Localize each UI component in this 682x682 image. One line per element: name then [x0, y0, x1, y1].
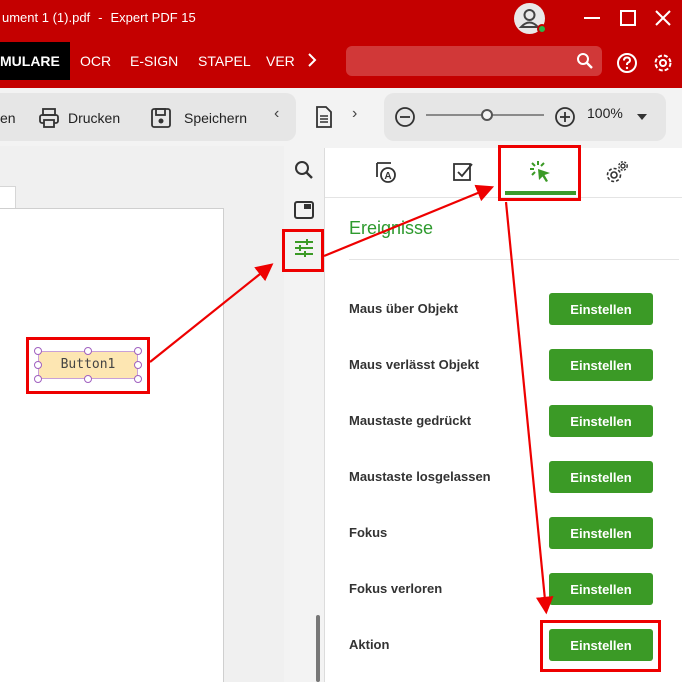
print-label: Drucken	[68, 110, 121, 126]
event-label: Maustaste losgelassen	[349, 469, 491, 484]
cut-off-label: en	[0, 110, 16, 126]
zoom-value[interactable]: 100%	[587, 105, 623, 121]
search-icon	[577, 53, 593, 69]
zoom-dropdown-icon[interactable]	[636, 113, 648, 121]
chevron-right-icon-toolbar[interactable]: ›	[352, 105, 357, 123]
checkbox-icon[interactable]	[451, 160, 475, 184]
title-separator: -	[98, 10, 103, 25]
minimize-button[interactable]	[580, 6, 604, 30]
panel-divider	[349, 259, 679, 260]
highlight-properties-icon	[282, 229, 324, 272]
user-avatar[interactable]	[514, 3, 547, 34]
tab-e-sign[interactable]: E-SIGN	[130, 42, 178, 80]
chevron-right-icon[interactable]	[304, 52, 320, 68]
text-field-icon[interactable]: A	[374, 160, 398, 184]
event-label: Maus über Objekt	[349, 301, 459, 316]
event-label: Fokus verloren	[349, 581, 443, 596]
chevron-left-icon[interactable]: ‹	[274, 105, 279, 123]
print-button[interactable]: Drucken	[38, 107, 120, 129]
document-title: ument 1 (1).pdf	[2, 10, 91, 25]
panel-icon[interactable]	[292, 198, 316, 222]
search-icon-side[interactable]	[292, 158, 316, 182]
app-name: Expert PDF 15	[110, 10, 196, 25]
zoom-in-icon[interactable]	[554, 106, 576, 128]
vertical-scrollbar[interactable]	[316, 615, 320, 682]
pdf-page	[0, 208, 224, 682]
event-label: Maus verlässt Objekt	[349, 357, 480, 372]
event-label: Fokus	[349, 525, 388, 540]
maximize-button[interactable]	[616, 6, 640, 30]
window-title: ument 1 (1).pdf - Expert PDF 15	[2, 10, 196, 25]
highlight-form-field	[26, 337, 150, 394]
zoom-group	[384, 93, 666, 141]
save-label: Speichern	[184, 110, 248, 126]
set-blur-button[interactable]: Einstellen	[549, 573, 653, 605]
tab-ver[interactable]: VER	[266, 42, 295, 80]
set-mouse-exit-button[interactable]: Einstellen	[549, 349, 653, 381]
set-focus-button[interactable]: Einstellen	[549, 517, 653, 549]
help-icon[interactable]	[616, 52, 638, 74]
document-icon[interactable]	[314, 106, 334, 128]
file-tools-group: en Drucken Speichern ‹	[0, 93, 296, 141]
panel-title: Ereignisse	[349, 218, 434, 238]
cut-off-button[interactable]: en	[0, 107, 16, 129]
online-status-dot	[537, 24, 547, 34]
side-toolstrip	[284, 146, 324, 682]
close-button[interactable]	[651, 6, 675, 30]
toolbar: en Drucken Speichern ‹ › 100%	[0, 88, 682, 146]
save-button[interactable]: Speichern	[150, 107, 247, 129]
set-mouse-up-button[interactable]: Einstellen	[549, 461, 653, 493]
highlight-events-tab	[498, 145, 581, 201]
save-icon	[151, 108, 171, 128]
zoom-out-icon[interactable]	[394, 106, 416, 128]
highlight-action-button	[540, 620, 661, 672]
gear-icon[interactable]	[652, 52, 674, 74]
event-label: Aktion	[349, 637, 390, 652]
ribbon-tabs: MULARE OCR E-SIGN STAPEL VER	[0, 36, 682, 88]
settings-gears-icon[interactable]	[605, 160, 629, 184]
set-mouse-down-button[interactable]: Einstellen	[549, 405, 653, 437]
tab-ocr[interactable]: OCR	[80, 42, 111, 80]
title-bar: ument 1 (1).pdf - Expert PDF 15	[0, 0, 682, 36]
set-mouse-enter-button[interactable]: Einstellen	[549, 293, 653, 325]
tab-stapel[interactable]: STAPEL	[198, 42, 251, 80]
event-label: Maustaste gedrückt	[349, 413, 472, 428]
svg-text:A: A	[384, 171, 391, 182]
zoom-slider-handle[interactable]	[481, 109, 493, 121]
printer-icon	[39, 108, 59, 128]
tab-formulare[interactable]: MULARE	[0, 42, 70, 80]
properties-panel: A Ereignisse Maus über Objekt Einstellen…	[324, 148, 682, 682]
search-input[interactable]	[346, 46, 602, 76]
document-canvas: Button1	[0, 146, 284, 682]
